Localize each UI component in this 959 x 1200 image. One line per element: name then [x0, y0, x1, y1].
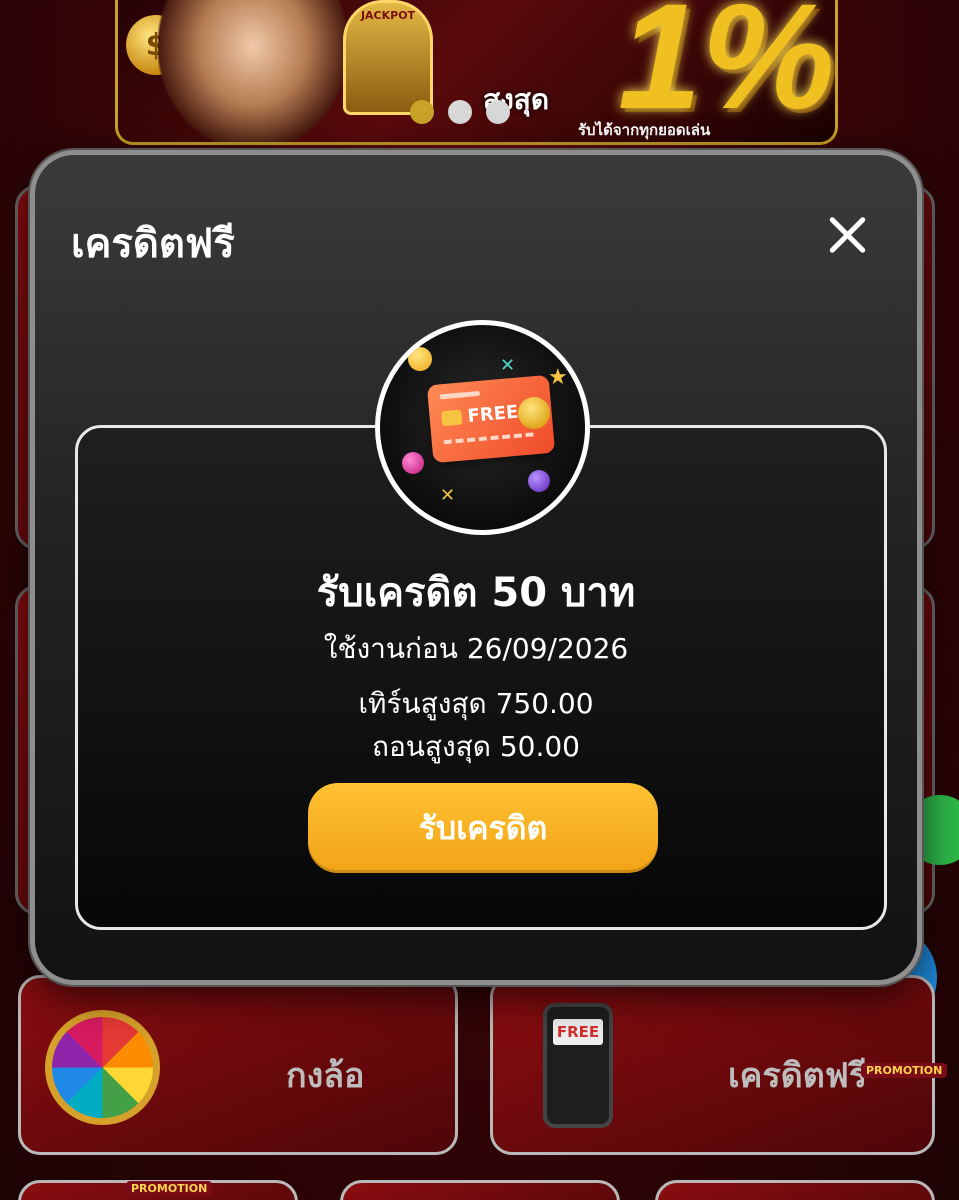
sparkle-icon: ✕ — [500, 355, 516, 376]
modal-title: เครดิตฟรี — [71, 221, 235, 267]
promotion-tag: PROMOTION — [861, 1063, 948, 1078]
close-icon[interactable] — [825, 213, 869, 257]
claim-credit-button[interactable]: รับเครดิต — [308, 783, 658, 873]
wheel-card-label: กงล้อ — [286, 1056, 365, 1096]
max-withdraw: ถอนสูงสุด 50.00 — [371, 730, 580, 763]
slot-label: JACKPOT — [360, 9, 416, 22]
background-card[interactable] — [340, 1180, 620, 1200]
carousel-dot[interactable] — [486, 100, 510, 124]
payment-terminal-icon: FREE — [543, 1003, 613, 1128]
banner-subtitle: รับได้จากทุกยอดเล่น — [578, 121, 711, 139]
sparkle-icon: ✕ — [440, 485, 456, 506]
carousel-dot[interactable] — [448, 100, 472, 124]
carousel-dots — [410, 100, 510, 124]
card-number-line — [443, 432, 534, 445]
pink-ball-icon — [402, 452, 424, 474]
carousel-dot[interactable] — [410, 100, 434, 124]
star-icon: ★ — [548, 365, 568, 390]
card-free-text: FREE — [466, 401, 520, 427]
banner-character-image — [158, 0, 348, 142]
terminal-screen-text: FREE — [553, 1019, 603, 1045]
expiry-date: ใช้งานก่อน 26/09/2026 — [323, 632, 629, 665]
spin-wheel-icon — [45, 1010, 160, 1125]
promotion-tag: PROMOTION — [126, 1181, 213, 1196]
emoji-face-icon — [408, 347, 432, 371]
slot-machine-icon: JACKPOT — [343, 0, 433, 115]
background-card[interactable] — [655, 1180, 935, 1200]
free-credit-card-label: เครดิตฟรี — [728, 1056, 868, 1096]
free-credit-modal: เครดิตฟรี ✕ ★ FREE ✕ รับเครดิต 50 บาท ใช… — [30, 150, 922, 985]
credit-amount-title: รับเครดิต 50 บาท — [316, 570, 636, 616]
background-card[interactable]: PROMOTION — [18, 1180, 298, 1200]
coin-icon — [518, 397, 550, 429]
purple-ball-icon — [528, 470, 550, 492]
free-credit-card-icon: ✕ ★ FREE ✕ — [375, 320, 590, 535]
card-chip-icon — [441, 409, 463, 427]
max-turnover: เทิร์นสูงสุด 750.00 — [358, 687, 594, 720]
card-stripe — [439, 390, 480, 400]
